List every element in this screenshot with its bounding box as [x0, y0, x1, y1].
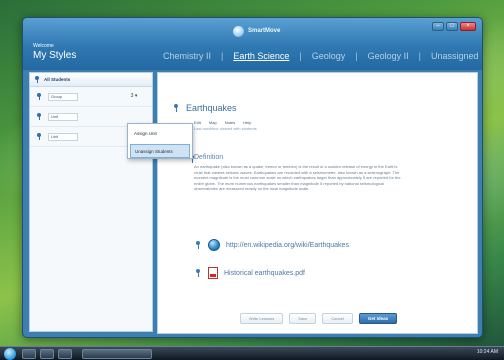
app-window: SmartMove – □ × Welcome My Styles Chemis…	[22, 17, 483, 338]
topic-action-help[interactable]: Help	[243, 120, 251, 125]
taskbar-quicklaunch-item[interactable]	[40, 349, 54, 359]
resource-file-row[interactable]: Historical earthquakes.pdf	[194, 267, 305, 279]
menu-item-unassign-students[interactable]: Unassign Students	[130, 144, 190, 158]
tab-geology[interactable]: Geology	[312, 51, 346, 61]
row-dropdown[interactable]: 3 ▾	[126, 93, 142, 101]
user-name: My Styles	[33, 50, 77, 61]
taskbar-quicklaunch-item[interactable]	[22, 349, 36, 359]
maximize-icon[interactable]: □	[446, 22, 458, 31]
pin-icon	[36, 93, 42, 100]
tab-separator: |	[221, 51, 224, 61]
get-ideas-button[interactable]: Get Ideas	[358, 313, 398, 324]
minimize-icon[interactable]: –	[432, 22, 444, 31]
context-dropdown-menu: Assign Unit Unassign Students	[127, 123, 193, 159]
taskbar-app-button[interactable]	[82, 349, 152, 359]
tab-geology-ii[interactable]: Geology II	[368, 51, 409, 61]
unit-field[interactable]: Unit	[48, 112, 78, 121]
app-header: SmartMove – □ × Welcome My Styles Chemis…	[23, 18, 482, 70]
brand-logo: SmartMove	[233, 24, 280, 38]
pin-icon	[172, 104, 180, 112]
window-controls: – □ ×	[432, 22, 476, 31]
topic-action-map[interactable]: Map	[209, 120, 217, 125]
sidebar-item-group[interactable]: Group 3 ▾	[30, 87, 152, 107]
write-lessons-button[interactable]: Write Lessons	[240, 313, 284, 324]
definition-label: Definition	[194, 154, 224, 161]
tab-chemistry-ii[interactable]: Chemistry II	[163, 51, 211, 61]
pin-icon	[36, 113, 42, 120]
tab-separator: |	[299, 51, 302, 61]
sidebar: All Students Group 3 ▾ Unit Unit	[29, 72, 153, 332]
content-panel: Earthquakes Edit Map Notes Help Last mod…	[157, 72, 478, 334]
cancel-button[interactable]: Cancel	[322, 313, 353, 324]
topic-title: Earthquakes	[186, 103, 237, 113]
resource-link-text[interactable]: http://en.wikipedia.org/wiki/Earthquakes	[226, 242, 349, 249]
topic-title-row: Earthquakes	[172, 103, 237, 113]
save-button[interactable]: Save	[289, 313, 317, 324]
tab-separator: |	[418, 51, 421, 61]
footer-buttons: Write Lessons Save Cancel Get Ideas	[240, 313, 398, 324]
close-icon[interactable]: ×	[460, 22, 476, 31]
topic-meta: Last modified: shared with students	[194, 126, 257, 131]
topic-action-notes[interactable]: Notes	[225, 120, 235, 125]
tab-separator: |	[355, 51, 358, 61]
tray-clock: 10:24 AM	[476, 349, 498, 355]
sidebar-header[interactable]: All Students	[30, 73, 152, 87]
topic-action-edit[interactable]: Edit	[194, 120, 201, 125]
row-dropdown-value: 3	[130, 93, 134, 99]
definition-text: An earthquake (also known as a quake, tr…	[194, 164, 401, 191]
subject-tabs: Chemistry II | Earth Science | Geology |…	[163, 48, 479, 64]
tab-earth-science[interactable]: Earth Science	[233, 51, 289, 61]
pin-icon	[194, 269, 202, 277]
taskbar: 10:24 AM	[0, 346, 504, 360]
taskbar-quicklaunch-item[interactable]	[58, 349, 72, 359]
resource-link-row[interactable]: http://en.wikipedia.org/wiki/Earthquakes	[194, 239, 349, 251]
pin-icon	[34, 76, 40, 83]
logo-mark-icon	[233, 25, 244, 37]
tab-unassigned[interactable]: Unassigned	[431, 51, 479, 61]
globe-icon	[208, 239, 220, 251]
pin-icon	[194, 241, 202, 249]
topic-actions: Edit Map Notes Help	[194, 120, 251, 125]
resource-file-text[interactable]: Historical earthquakes.pdf	[224, 270, 305, 277]
pin-icon	[36, 133, 42, 140]
welcome-label: Welcome	[33, 43, 54, 49]
start-button-icon[interactable]	[4, 348, 16, 360]
menu-item-assign-unit[interactable]: Assign Unit	[130, 127, 190, 141]
pdf-icon	[208, 267, 218, 279]
unit-field[interactable]: Unit	[48, 132, 78, 141]
sidebar-header-title: All Students	[44, 77, 71, 82]
group-field[interactable]: Group	[48, 92, 78, 101]
brand-name: SmartMove	[248, 28, 281, 34]
